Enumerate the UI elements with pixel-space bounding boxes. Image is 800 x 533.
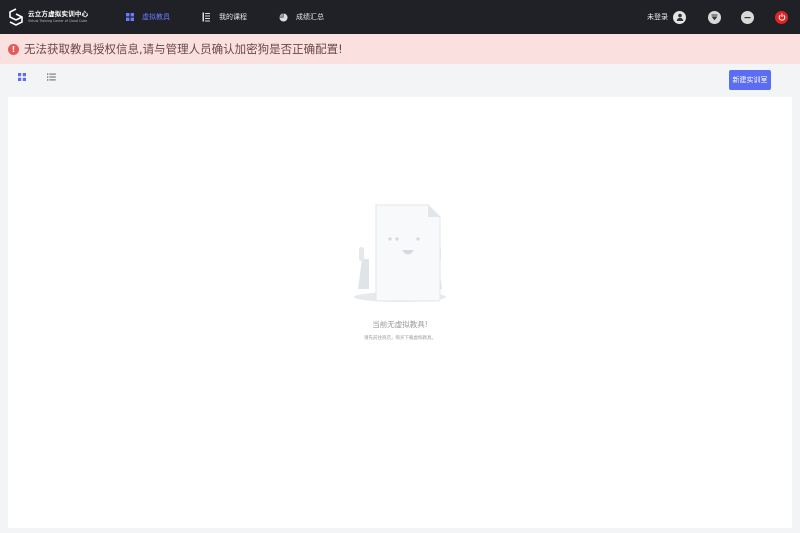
download-icon — [711, 14, 718, 20]
content-panel: 当前无虚拟教具! 请先前往商店，购买下载虚拟教具。 — [8, 97, 792, 528]
error-icon: ! — [8, 43, 19, 55]
view-toolbar — [0, 64, 800, 96]
app-subtitle: Virtual Training Center of Cloud Cube — [28, 18, 88, 23]
nav-item-grade-summary[interactable]: 成绩汇总 — [279, 12, 324, 22]
download-button[interactable] — [708, 10, 721, 24]
nav-label: 成绩汇总 — [296, 13, 324, 21]
course-icon — [202, 12, 210, 22]
header-tools: 未登录 — [647, 0, 800, 34]
nav-label: 虚拟教具 — [142, 13, 170, 21]
app-title: 云立方虚拟实训中心 — [28, 10, 89, 19]
main-nav: 虚拟教具 我的课程 成绩汇总 — [126, 12, 356, 22]
user-icon — [676, 13, 683, 21]
empty-state-subtitle: 请先前往商店，购买下载虚拟教具。 — [364, 336, 436, 341]
pie-chart-icon — [279, 12, 288, 22]
app-logo: 云立方虚拟实训中心 Virtual Training Center of Clo… — [8, 8, 118, 26]
user-avatar-button[interactable] — [673, 10, 686, 24]
empty-state-title: 当前无虚拟教具! — [372, 320, 428, 329]
list-view-icon[interactable] — [47, 73, 56, 81]
nav-label: 我的课程 — [219, 13, 247, 21]
license-error-alert: ! 无法获取教具授权信息,请与管理人员确认加密狗是否正确配置! — [0, 34, 800, 64]
nav-item-virtual-tools[interactable]: 虚拟教具 — [126, 12, 170, 22]
minimize-button[interactable] — [741, 10, 754, 24]
power-icon — [778, 13, 785, 21]
grid-view-icon[interactable] — [18, 73, 26, 81]
power-button[interactable] — [775, 10, 788, 24]
minus-icon — [744, 16, 751, 18]
grid-icon — [126, 13, 134, 21]
login-status[interactable]: 未登录 — [647, 12, 668, 22]
empty-document-illustration — [354, 204, 446, 302]
top-bar: 云立方虚拟实训中心 Virtual Training Center of Clo… — [0, 0, 800, 34]
alert-message: 无法获取教具授权信息,请与管理人员确认加密狗是否正确配置! — [24, 42, 343, 56]
new-training-room-button[interactable]: 新建实训室 — [729, 70, 771, 90]
logo-icon — [9, 8, 23, 26]
nav-item-my-courses[interactable]: 我的课程 — [202, 12, 247, 22]
